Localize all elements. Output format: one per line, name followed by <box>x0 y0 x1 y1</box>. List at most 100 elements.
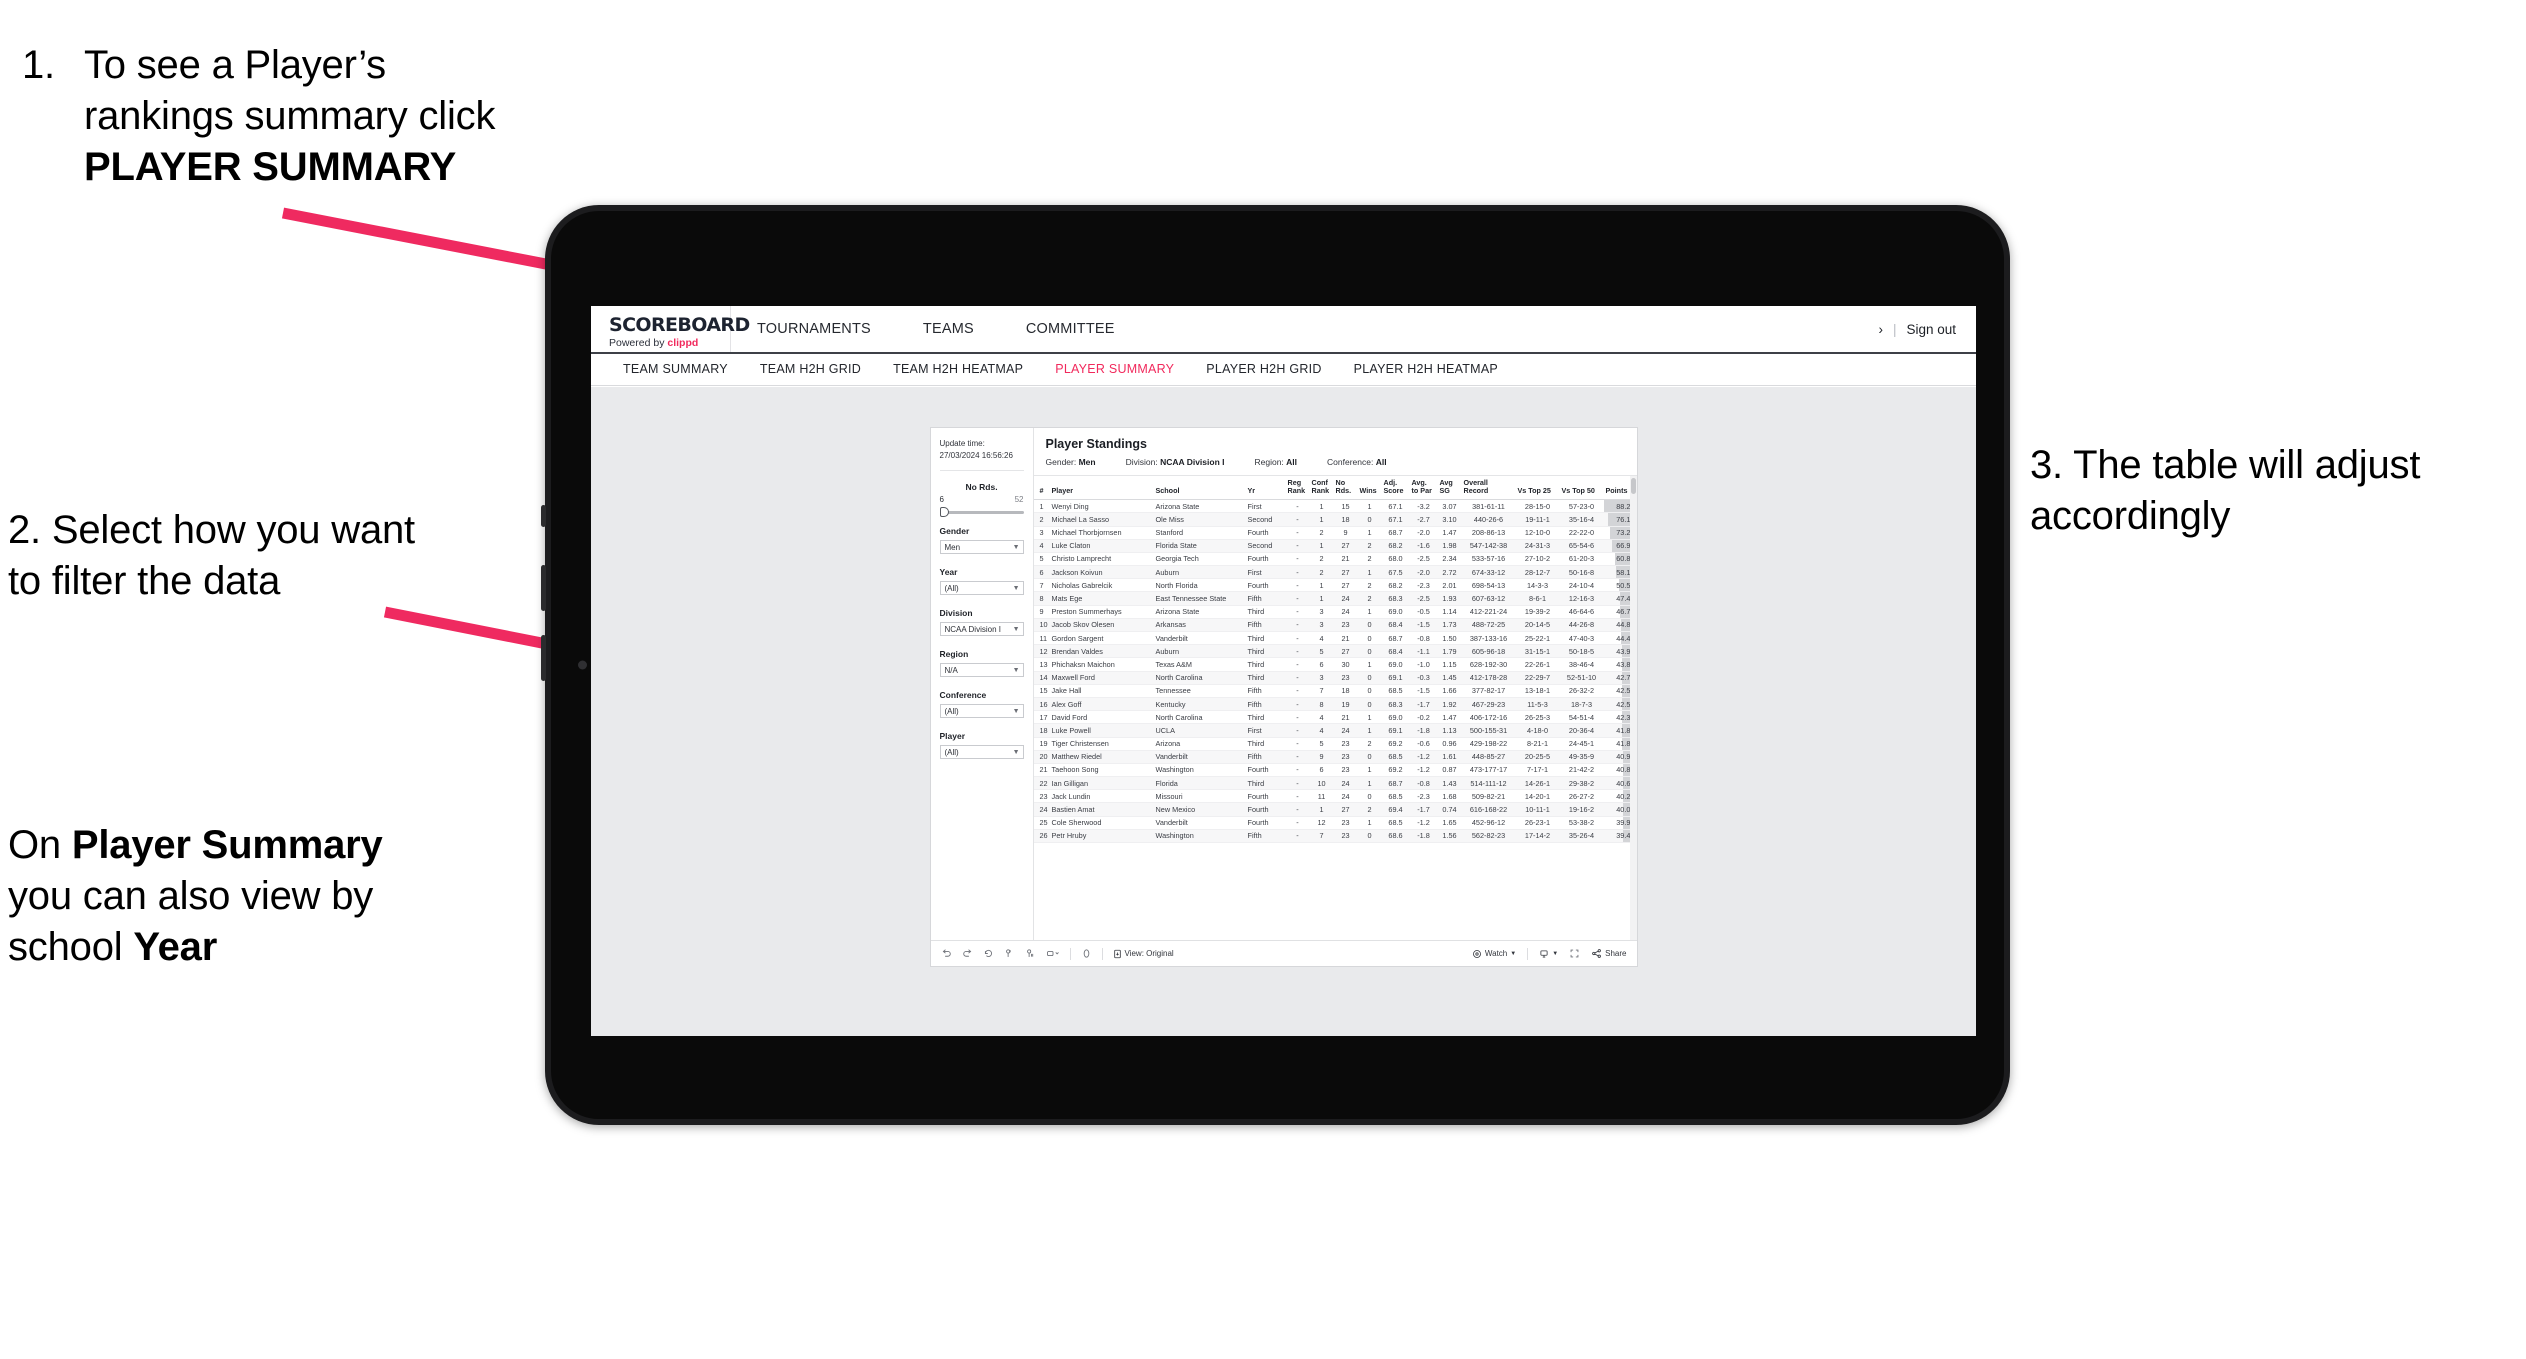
col-avg-sg[interactable]: Avg SG <box>1437 476 1462 501</box>
undo-icon[interactable] <box>941 948 952 959</box>
col-no-rds[interactable]: No Rds. <box>1333 476 1358 501</box>
watch-button[interactable]: Watch ▼ <box>1472 949 1516 959</box>
tab-player-summary[interactable]: PLAYER SUMMARY <box>1039 354 1190 385</box>
tab-player-h2h-grid[interactable]: PLAYER H2H GRID <box>1190 354 1337 385</box>
cell-yr: Fourth <box>1245 763 1286 778</box>
filter-conference-select[interactable]: (All) ▼ <box>939 704 1024 719</box>
sign-out-link[interactable]: Sign out <box>1906 322 1956 337</box>
revert-icon[interactable] <box>983 948 994 959</box>
table-row[interactable]: 8 Mats Ege East Tennessee State Fifth -1 24 2 6… <box>1033 591 1637 606</box>
topnav-item-tournaments[interactable]: TOURNAMENTS <box>731 306 897 352</box>
table-vertical-scrollbar[interactable] <box>1629 476 1637 940</box>
filter-no-rds-slider[interactable]: No Rds. 6 52 <box>931 482 1033 518</box>
table-row[interactable]: 6 Jackson Koivun Auburn First -2 27 1 67.5 -2.0 2… <box>1033 565 1637 580</box>
col-avg-to-par[interactable]: Avg. to Par <box>1409 476 1438 501</box>
cell-avg-sg: 3.07 <box>1437 499 1462 514</box>
table-row[interactable]: 22 Ian Gilligan Florida Third -10 24 1 68.7 -0.8… <box>1033 776 1637 791</box>
cell-vs-top-50: 46-64-6 <box>1559 605 1604 619</box>
cell-overall-record: 377-82-17 <box>1461 684 1516 698</box>
col-yr[interactable]: Yr <box>1245 476 1286 501</box>
table-row[interactable]: 12 Brendan Valdes Auburn Third -5 27 0 68.4 -1.1… <box>1033 644 1637 659</box>
cell-reg-rank: - <box>1285 578 1310 593</box>
table-row[interactable]: 23 Jack Lundin Missouri Fourth -11 24 0 68.5 -2.… <box>1033 789 1637 804</box>
table-row[interactable]: 7 Nicholas Gabrelcik North Florida Fourth -1… <box>1033 578 1637 593</box>
col-vs-top-25[interactable]: Vs Top 25 <box>1515 476 1560 501</box>
meta-division: Division: NCAA Division I <box>1126 457 1225 467</box>
table-row[interactable]: 14 Maxwell Ford North Carolina Third -3 23 0 69… <box>1033 671 1637 685</box>
update-time-label: Update time: <box>939 439 985 448</box>
tab-team-summary[interactable]: TEAM SUMMARY <box>607 354 744 385</box>
redo-icon[interactable] <box>962 948 973 959</box>
table-row[interactable]: 16 Alex Goff Kentucky Fifth -8 19 0 68.3 -1.7 1.9… <box>1033 697 1637 712</box>
tab-player-h2h-heatmap[interactable]: PLAYER H2H HEATMAP <box>1338 354 1514 385</box>
device-preview-button[interactable]: ▼ <box>1539 949 1558 959</box>
table-row[interactable]: 11 Gordon Sargent Vanderbilt Third -4 21 0 68.7… <box>1033 631 1637 646</box>
col-rank[interactable]: # <box>1033 476 1050 501</box>
table-row[interactable]: 13 Phichaksn Maichon Texas A&M Third -6 30 1 69… <box>1033 657 1637 672</box>
cell-avg-to-par: -2.3 <box>1409 789 1438 804</box>
table-row[interactable]: 4 Luke Claton Florida State Second -1 27 2 68.2… <box>1033 539 1637 553</box>
cell-school: Tennessee <box>1153 684 1246 698</box>
filter-region-select[interactable]: N/A ▼ <box>939 663 1024 678</box>
table-row[interactable]: 24 Bastien Amat New Mexico Fourth -1 27 2 69.4-… <box>1033 802 1637 817</box>
cell-vs-top-25: 17-14-2 <box>1515 829 1560 844</box>
cell-rank: 21 <box>1033 763 1050 778</box>
table-row[interactable]: 15 Jake Hall Tennessee Fifth -7 18 0 68.5 -1.5 1.… <box>1033 684 1637 698</box>
refresh-data-icon[interactable] <box>1004 948 1015 959</box>
col-school[interactable]: School <box>1153 476 1246 501</box>
scrollbar-thumb[interactable] <box>1630 478 1636 494</box>
slider-track[interactable] <box>939 507 1024 518</box>
col-conf-rank[interactable]: Conf Rank <box>1309 476 1334 501</box>
col-adj-score[interactable]: Adj. Score <box>1381 476 1410 501</box>
filter-year-select[interactable]: (All) ▼ <box>939 581 1024 596</box>
cell-vs-top-25: 22-29-7 <box>1515 671 1560 685</box>
filter-division-select[interactable]: NCAA Division I ▼ <box>939 622 1024 637</box>
filter-gender-select[interactable]: Men ▼ <box>939 540 1024 555</box>
tableau-toolbar: View: Original Watch ▼ ▼ Share <box>930 940 1637 966</box>
table-row[interactable]: 1 Wenyi Ding Arizona State First -1 15 1 67.1 -3… <box>1033 499 1637 514</box>
tab-team-h2h-heatmap[interactable]: TEAM H2H HEATMAP <box>877 354 1039 385</box>
cell-reg-rank: - <box>1285 526 1310 540</box>
tab-team-h2h-grid[interactable]: TEAM H2H GRID <box>744 354 877 385</box>
table-row[interactable]: 18 Luke Powell UCLA First -4 24 1 69.1 -1.8 1.13 5… <box>1033 723 1637 738</box>
presentation-mode-icon[interactable] <box>1081 948 1092 959</box>
view-original-button[interactable]: View: Original <box>1113 949 1174 959</box>
col-wins[interactable]: Wins <box>1357 476 1382 501</box>
fullscreen-icon[interactable] <box>1569 948 1580 959</box>
cell-vs-top-25: 19-39-2 <box>1515 605 1560 619</box>
slider-handle[interactable] <box>939 507 949 518</box>
table-row[interactable]: 25 Cole Sherwood Vanderbilt Fourth -12 23 1 68.… <box>1033 816 1637 830</box>
cell-overall-record: 381-61-11 <box>1461 499 1516 514</box>
topnav-item-teams[interactable]: TEAMS <box>897 306 1000 352</box>
cell-no-rds: 21 <box>1333 710 1358 725</box>
cell-rank: 23 <box>1033 789 1050 804</box>
col-player[interactable]: Player <box>1049 476 1154 501</box>
topnav-item-committee[interactable]: COMMITTEE <box>1000 306 1141 352</box>
share-button[interactable]: Share <box>1591 948 1627 959</box>
cell-avg-to-par: -2.7 <box>1409 512 1438 527</box>
cell-avg-sg: 1.61 <box>1437 750 1462 764</box>
browser-screen: SCOREBOARD Powered by clippd TOURNAMENTS… <box>591 306 1976 1036</box>
table-row[interactable]: 20 Matthew Riedel Vanderbilt Fifth -9 23 0 68.5… <box>1033 750 1637 764</box>
cell-overall-record: 208-86-13 <box>1461 526 1516 540</box>
table-row[interactable]: 21 Taehoon Song Washington Fourth -6 23 1 69.2-… <box>1033 763 1637 778</box>
table-row[interactable]: 5 Christo Lamprecht Georgia Tech Fourth -2 21… <box>1033 552 1637 567</box>
cell-wins: 0 <box>1357 618 1382 633</box>
col-reg-rank[interactable]: Reg Rank <box>1285 476 1310 501</box>
table-row[interactable]: 19 Tiger Christensen Arizona Third -5 23 2 69.2… <box>1033 737 1637 751</box>
col-overall-record[interactable]: Overall Record <box>1461 476 1516 501</box>
table-row[interactable]: 3 Michael Thorbjornsen Stanford Fourth -2 9 1 6… <box>1033 526 1637 540</box>
table-row[interactable]: 10 Jacob Skov Olesen Arkansas Fifth -3 23 0 68.… <box>1033 618 1637 633</box>
table-row[interactable]: 17 David Ford North Carolina Third -4 21 1 69.0… <box>1033 710 1637 725</box>
user-menu-glyph[interactable]: › <box>1878 322 1883 337</box>
cell-rank: 6 <box>1033 565 1050 580</box>
table-row[interactable]: 9 Preston Summerhays Arizona State Third -3 2… <box>1033 605 1637 619</box>
view-options-icon[interactable] <box>1046 948 1060 959</box>
filter-player-select[interactable]: (All) ▼ <box>939 745 1024 760</box>
table-row[interactable]: 26 Petr Hruby Washington Fifth -7 23 0 68.6 -1.8… <box>1033 829 1637 844</box>
table-row[interactable]: 2 Michael La Sasso Ole Miss Second -1 18 0 67.1… <box>1033 512 1637 527</box>
cell-avg-sg: 1.43 <box>1437 776 1462 791</box>
pause-updates-icon[interactable] <box>1025 948 1036 959</box>
cell-overall-record: 607-63-12 <box>1461 591 1516 606</box>
col-vs-top-50[interactable]: Vs Top 50 <box>1559 476 1604 501</box>
